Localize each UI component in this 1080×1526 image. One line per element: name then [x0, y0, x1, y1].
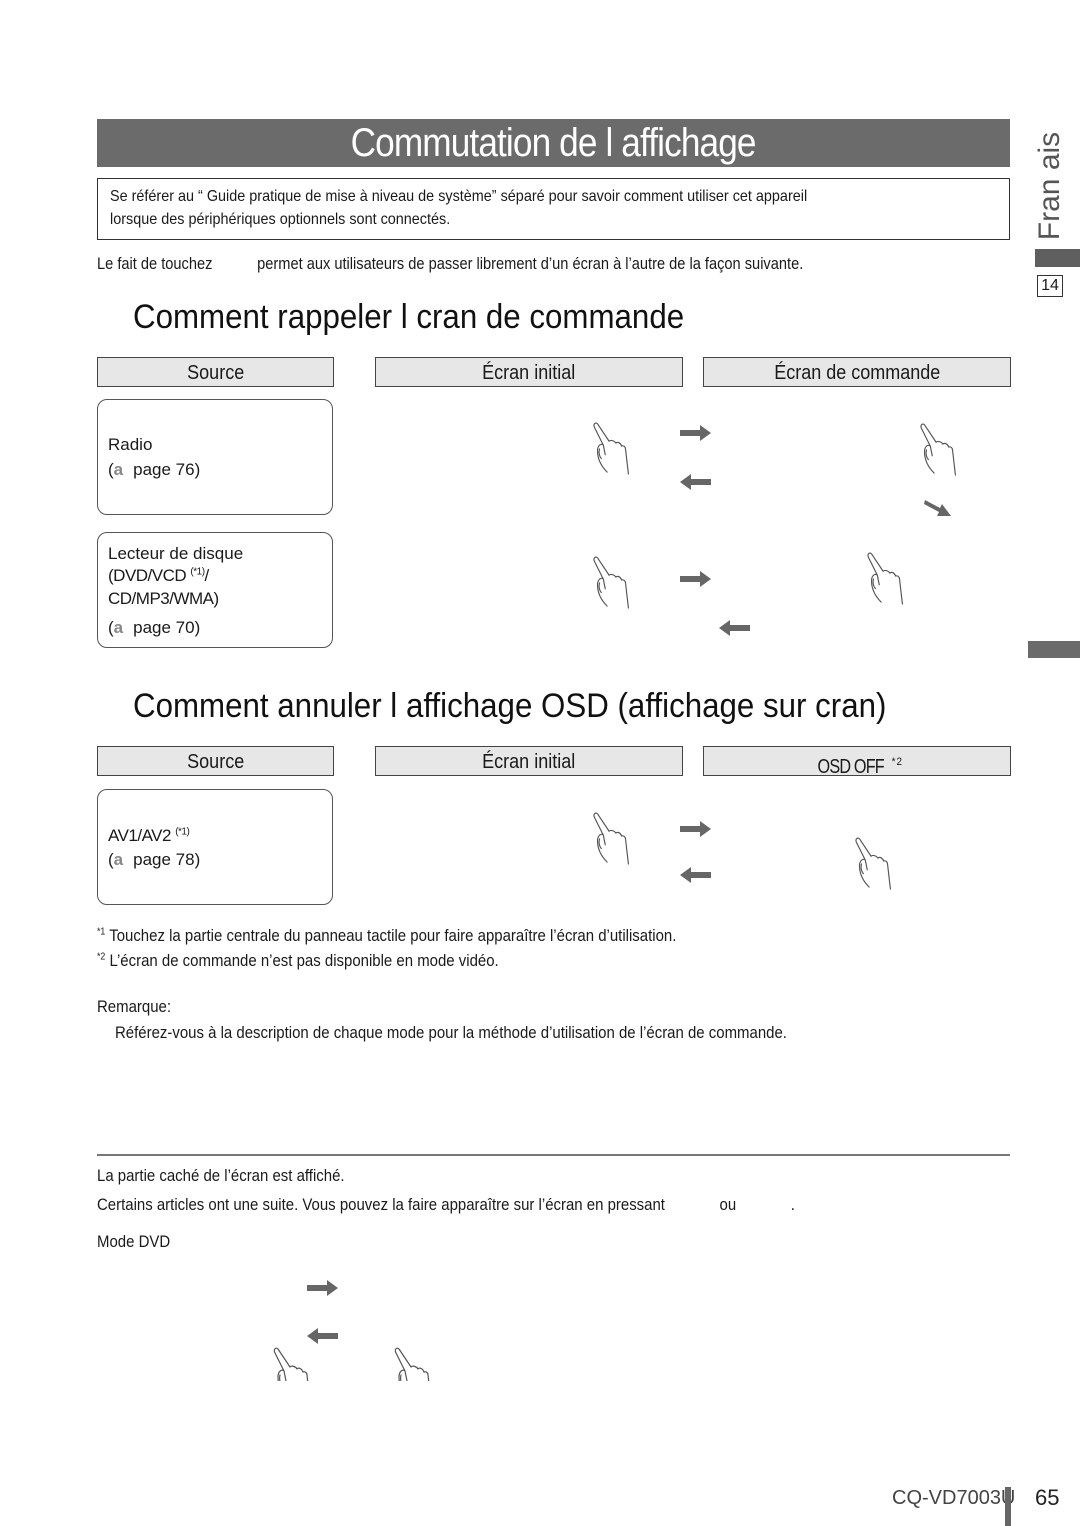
- source-label: Radio: [108, 435, 153, 454]
- source-formats: (DVD/VCD (*1)/: [108, 566, 209, 585]
- touch-hand-icon: [855, 837, 891, 890]
- arrow-left-icon: [680, 474, 711, 490]
- side-section-marker: [1028, 641, 1080, 658]
- hidden-part-text: Certains articles ont une suite. Vous po…: [97, 1195, 795, 1214]
- page-reference: (a page 70): [108, 618, 201, 637]
- column-header-source: Source: [97, 357, 334, 387]
- page-reference-icon: a: [113, 618, 124, 637]
- info-line-2: lorsque des périphériques optionnels son…: [110, 211, 451, 228]
- source-label: AV1/AV2 (*1): [108, 826, 190, 845]
- language-tab-bar: [1035, 249, 1080, 267]
- mode-dvd-label: Mode DVD: [97, 1232, 171, 1251]
- source-formats-2: CD/MP3/WMA): [108, 589, 219, 608]
- touch-hand-icon: [867, 552, 903, 605]
- page-reference-icon: a: [113, 460, 124, 479]
- source-box-radio: Radio (a page 76): [97, 399, 333, 515]
- footnote-ref: (*1): [190, 566, 205, 578]
- info-line-1: Se référer au “ Guide pratique de mise à…: [110, 188, 808, 205]
- page-reference: (a page 78): [108, 850, 201, 869]
- footnote-ref: * 2: [891, 756, 901, 768]
- info-box: Se référer au “ Guide pratique de mise à…: [97, 178, 1010, 240]
- touch-hand-icon: [593, 812, 629, 865]
- column-header-command-screen: Écran de commande: [703, 357, 1011, 387]
- section-heading-osd: Comment annuler l affichage OSD (afficha…: [133, 687, 887, 725]
- model-number: CQ-VD7003U: [892, 1487, 1016, 1509]
- arrow-right-icon: [680, 821, 711, 837]
- page-title: Commutation de l affichage: [97, 119, 1010, 167]
- footer-marker: [1005, 1487, 1011, 1526]
- arrow-left-icon: [680, 867, 711, 883]
- remark-label: Remarque:: [97, 997, 172, 1016]
- column-header-initial-screen: Écran initial: [375, 357, 683, 387]
- page-reference-icon: a: [113, 850, 124, 869]
- column-header-osd-off: OSD OFF * 2: [703, 746, 1011, 778]
- arrow-left-icon: [307, 1328, 338, 1344]
- intro-text: Le fait de touchez permet aux utilisateur…: [97, 254, 804, 273]
- touch-hand-icon: [920, 423, 956, 476]
- touch-hand-icon: [273, 1347, 311, 1381]
- page-number: 65: [1035, 1485, 1060, 1510]
- source-box-disc: Lecteur de disque (DVD/VCD (*1)/ CD/MP3/…: [97, 532, 333, 648]
- language-tab: Fran ais: [1033, 131, 1066, 240]
- divider: [97, 1154, 1010, 1156]
- section-heading-recall: Comment rappeler l cran de commande: [133, 298, 685, 336]
- arrow-right-icon: [680, 571, 711, 587]
- arrow-left-icon: [719, 620, 750, 636]
- touch-hand-icon: [593, 422, 629, 475]
- touch-hand-icon: [394, 1347, 432, 1381]
- remark-text: Référez-vous à la description de chaque …: [115, 1023, 787, 1042]
- source-box-av: AV1/AV2 (*1) (a page 78): [97, 789, 333, 905]
- chapter-number: 14: [1037, 275, 1063, 297]
- arrow-right-icon: [680, 425, 711, 441]
- footnote-ref: (*1): [175, 826, 190, 838]
- footnote-2: *2 L’écran de commande n’est pas disponi…: [97, 951, 499, 970]
- source-label: Lecteur de disque: [108, 544, 244, 563]
- touch-hand-icon: [593, 556, 629, 609]
- arrow-right-icon: [307, 1280, 338, 1296]
- column-header-source: Source: [97, 746, 334, 776]
- footnote-1: *1 Touchez la partie centrale du panneau…: [97, 926, 677, 945]
- arrow-down-right-icon: [924, 500, 951, 516]
- page-reference: (a page 76): [108, 460, 201, 479]
- column-header-initial-screen: Écran initial: [375, 746, 683, 776]
- hidden-part-heading: La partie caché de l’écran est affiché.: [97, 1166, 345, 1185]
